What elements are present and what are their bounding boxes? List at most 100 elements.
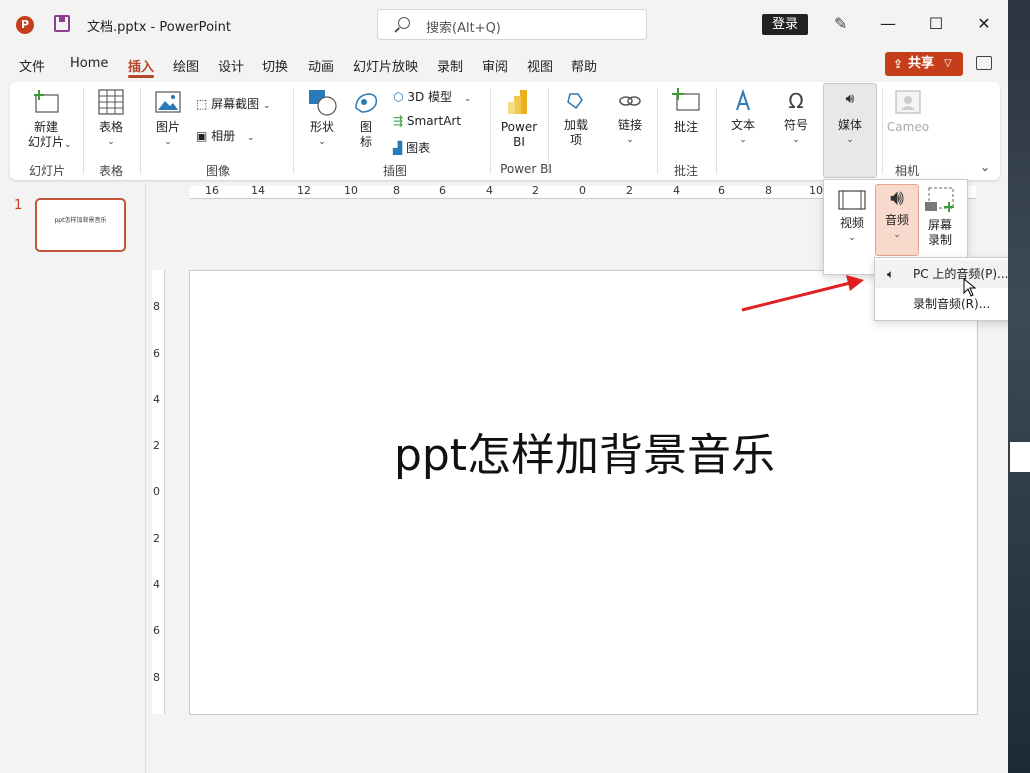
close-button[interactable]: ✕ (969, 10, 999, 38)
group-illustrations-label: 插图 (382, 164, 407, 178)
record-audio-menu-item[interactable]: 录制音频(R)... (875, 290, 1028, 318)
title-bar: P 文档.pptx - PowerPoint 搜索(Alt+Q) 登录 ✎ — … (0, 0, 1010, 50)
icons-icon (355, 93, 378, 113)
ruler-tick: 16 (205, 184, 219, 197)
icons-button[interactable]: 图 标 (348, 88, 384, 150)
shapes-label: 形状 (309, 120, 334, 134)
group-images-label: 图像 (205, 164, 230, 178)
save-icon[interactable] (54, 15, 70, 32)
ruler-tick: 6 (439, 184, 446, 197)
3d-models-button[interactable]: ⬡ 3D 模型 ⌄ (393, 88, 471, 105)
search-box[interactable]: 搜索(Alt+Q) (377, 9, 647, 40)
text-icon (736, 88, 750, 111)
album-button[interactable]: ▣ 相册 ⌄ (196, 127, 255, 144)
audio-label: 音频 (884, 213, 909, 227)
tab-animations[interactable]: 动画 (308, 56, 334, 75)
ruler-tick: 2 (153, 439, 160, 452)
slide-thumbnails-pane: 1 ppt怎样加背景音乐 (0, 183, 146, 773)
text-label: 文本 (730, 118, 755, 132)
chevron-down-icon: ⌄ (247, 133, 255, 143)
comment-button[interactable]: 批注 (665, 88, 707, 135)
ruler-tick: 6 (718, 184, 725, 197)
desktop-file-icon[interactable] (1010, 442, 1030, 472)
separator (140, 88, 141, 174)
chevron-down-icon: ⌄ (107, 137, 115, 147)
chevron-down-icon: ⌄ (463, 94, 472, 104)
share-button[interactable]: ⇪ 共享 ▽ (885, 52, 963, 76)
new-slide-icon (34, 90, 59, 113)
tab-record[interactable]: 录制 (437, 56, 463, 75)
chevron-down-icon: ⌄ (739, 135, 747, 145)
group-camera-label: 相机 (894, 164, 919, 178)
group-slides-label: 幻灯片 (28, 164, 65, 178)
table-button[interactable]: 表格 ⌄ (90, 88, 132, 150)
slide-thumbnail[interactable]: ppt怎样加背景音乐 (35, 198, 126, 252)
pc-audio-menu-item[interactable]: 🔈︎ PC 上的音频(P)... (875, 260, 1028, 288)
powerbi-button[interactable]: Power BI (497, 88, 541, 150)
table-label: 表格 (98, 120, 123, 134)
symbol-button[interactable]: Ω 符号 ⌄ (776, 88, 816, 148)
screenshot-icon: ⬚ (196, 97, 208, 111)
ruler-tick: 14 (251, 184, 265, 197)
addins-label: 加载 项 (563, 118, 588, 147)
text-button[interactable]: 文本 ⌄ (723, 88, 763, 148)
minimize-button[interactable]: — (873, 10, 903, 38)
cameo-button[interactable]: Cameo (886, 88, 930, 135)
comments-icon[interactable] (976, 56, 992, 70)
screenshot-button[interactable]: ⬚ 屏幕截图 ⌄ (196, 95, 271, 112)
picture-button[interactable]: 图片 ⌄ (148, 88, 188, 150)
share-icon: ⇪ (893, 57, 904, 71)
ruler-tick: 2 (626, 184, 633, 197)
comment-label: 批注 (673, 120, 698, 134)
shapes-button[interactable]: 形状 ⌄ (304, 88, 340, 150)
tab-slideshow[interactable]: 幻灯片放映 (353, 56, 418, 75)
tab-file[interactable]: 文件 (19, 56, 45, 75)
ribbon: 新建 幻灯片 ⌄ 幻灯片 表格 ⌄ 表格 图片 ⌄ ⬚ 屏幕截图 ⌄ ▣ 相册 … (10, 82, 1000, 180)
cameo-icon (895, 90, 921, 114)
video-button[interactable]: 视频 ⌄ (830, 184, 874, 256)
media-button[interactable]: 🔊︎ 媒体 ⌄ (823, 92, 877, 148)
tab-review[interactable]: 审阅 (482, 56, 508, 75)
addins-button[interactable]: 加载 项 (556, 88, 596, 148)
tab-home[interactable]: Home (70, 56, 108, 71)
slide-number: 1 (14, 198, 23, 213)
designer-pen-icon[interactable]: ✎ (834, 14, 850, 33)
chevron-down-icon: ▽ (944, 58, 952, 69)
ruler-tick: 8 (153, 671, 160, 684)
ruler-tick: 6 (153, 347, 160, 360)
tab-draw[interactable]: 绘图 (173, 56, 199, 75)
ribbon-collapse-chevron-icon[interactable]: ⌄ (980, 160, 990, 174)
record-audio-label: 录制音频(R)... (913, 297, 991, 311)
maximize-button[interactable]: ☐ (921, 10, 951, 38)
tab-transitions[interactable]: 切换 (262, 56, 288, 75)
chevron-down-icon: ⌄ (893, 230, 901, 240)
screen-recording-button[interactable]: 屏幕 录制 (918, 184, 962, 256)
cameo-label: Cameo (886, 120, 930, 134)
picture-icon (155, 91, 181, 113)
ruler-tick: 4 (153, 578, 160, 591)
video-icon (838, 190, 866, 210)
chevron-down-icon: ⌄ (318, 137, 326, 147)
tab-help[interactable]: 帮助 (571, 56, 597, 75)
shapes-icon (309, 90, 337, 116)
red-arrow-annotation-icon (741, 275, 864, 312)
chart-button[interactable]: ▟ 图表 (393, 139, 430, 156)
powerbi-icon (508, 90, 527, 114)
group-tables-label: 表格 (98, 164, 123, 178)
login-button[interactable]: 登录 (762, 14, 808, 35)
smartart-button[interactable]: ⇶ SmartArt (393, 114, 461, 128)
group-comments-label: 批注 (673, 164, 698, 178)
desktop-background (1008, 0, 1030, 773)
slide-canvas[interactable]: ppt怎样加背景音乐 (189, 270, 978, 715)
slide-title[interactable]: ppt怎样加背景音乐 (190, 419, 979, 483)
3d-cube-icon: ⬡ (393, 90, 404, 104)
pc-audio-label: PC 上的音频(P)... (913, 267, 1009, 281)
video-label: 视频 (839, 216, 864, 230)
link-button[interactable]: 链接 ⌄ (610, 88, 650, 148)
tab-view[interactable]: 视图 (527, 56, 553, 75)
tab-design[interactable]: 设计 (218, 56, 244, 75)
active-tab-indicator (128, 75, 154, 78)
chevron-down-icon: ⌄ (848, 233, 856, 243)
tab-insert[interactable]: 插入 (128, 56, 154, 75)
audio-button[interactable]: 🔊︎ 音频 ⌄ (875, 184, 919, 256)
